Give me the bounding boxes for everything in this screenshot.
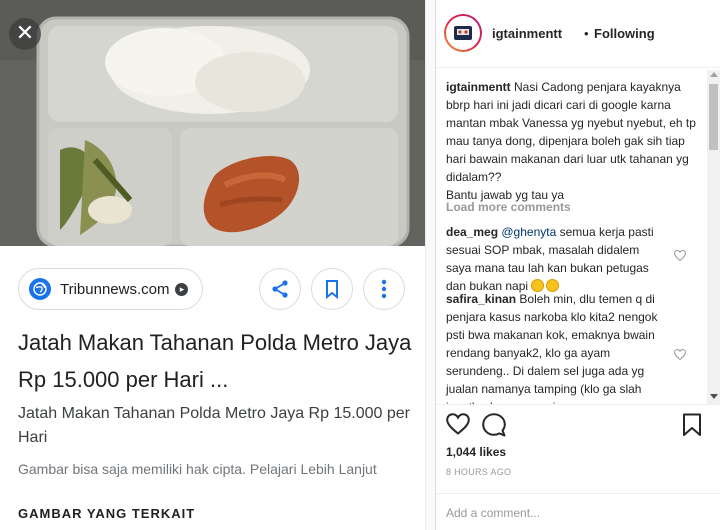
source-name: Tribunnews.com (60, 280, 170, 298)
arrow-right-icon: ▸ (175, 282, 189, 296)
comment-item: safira_kinan Boleh min, dlu temen q di p… (446, 290, 666, 404)
post-caption: igtainmentt Nasi Cadong penjara kayaknya… (446, 78, 704, 204)
like-heart-icon[interactable] (446, 413, 470, 435)
post-header: igtainmentt • Following (436, 0, 720, 68)
comment-text: Boleh min, dlu temen q di penjara kasus … (446, 292, 658, 404)
copyright-notice[interactable]: Gambar bisa saja memiliki hak cipta. Pel… (18, 461, 377, 477)
food-photo: ✕ (0, 0, 425, 246)
image-subtitle: Jatah Makan Tahanan Polda Metro Jaya Rp … (18, 405, 410, 446)
load-more-comments[interactable]: Load more comments (446, 200, 571, 214)
post-timestamp[interactable]: 8 HOURS AGO (446, 467, 511, 477)
post-actions: 1,044 likes 8 HOURS AGO Add a comment... (436, 404, 720, 530)
comment-bubble-icon[interactable] (482, 413, 506, 437)
scroll-thumb[interactable] (709, 84, 718, 150)
source-link[interactable]: Tribunnews.com ▸ (18, 268, 204, 310)
scroll-down-arrow-icon[interactable] (710, 394, 718, 399)
like-comment-icon[interactable] (674, 349, 686, 360)
globe-icon (29, 278, 51, 300)
comment-username[interactable]: safira_kinan (446, 292, 516, 306)
following-button[interactable]: Following (594, 26, 655, 41)
comment-username[interactable]: dea_meg (446, 225, 498, 239)
instagram-post-panel: igtainmentt • Following igtainmentt Nasi… (436, 0, 720, 530)
bookmark-icon (326, 280, 338, 299)
caption-username[interactable]: igtainmentt (446, 80, 511, 94)
comment-mention[interactable]: @ghenyta (501, 225, 556, 239)
image-viewer-panel: ✕ Tribunnews.com ▸ Jatah Makan Tahanan P… (0, 0, 425, 530)
add-comment-field[interactable]: Add a comment... (436, 493, 720, 530)
more-vert-icon (381, 279, 387, 299)
like-comment-icon[interactable] (674, 250, 686, 261)
save-button[interactable] (311, 268, 353, 310)
header-username[interactable]: igtainmentt (492, 26, 562, 41)
comment-item: dea_meg @ghenyta semua kerja pasti sesua… (446, 223, 666, 295)
close-button[interactable]: ✕ (9, 18, 41, 50)
share-button[interactable] (259, 268, 301, 310)
header-separator: • (584, 26, 589, 41)
close-icon: ✕ (15, 21, 35, 46)
scroll-up-arrow-icon[interactable] (710, 72, 718, 77)
comments-list: igtainmentt Nasi Cadong penjara kayaknya… (436, 70, 706, 404)
share-icon (272, 280, 288, 298)
related-images-heading: GAMBAR YANG TERKAIT (18, 506, 196, 521)
more-options-button[interactable] (363, 268, 405, 310)
add-comment-placeholder: Add a comment... (446, 506, 541, 520)
avatar[interactable] (444, 14, 482, 52)
caption-text: Nasi Cadong penjara kayaknya bbrp hari i… (446, 80, 696, 184)
comments-scrollbar[interactable] (707, 70, 720, 404)
bookmark-icon[interactable] (682, 413, 702, 437)
image-title[interactable]: Jatah Makan Tahanan Polda Metro Jaya Rp … (18, 324, 418, 398)
panel-divider (425, 0, 436, 530)
likes-count[interactable]: 1,044 likes (446, 445, 506, 459)
